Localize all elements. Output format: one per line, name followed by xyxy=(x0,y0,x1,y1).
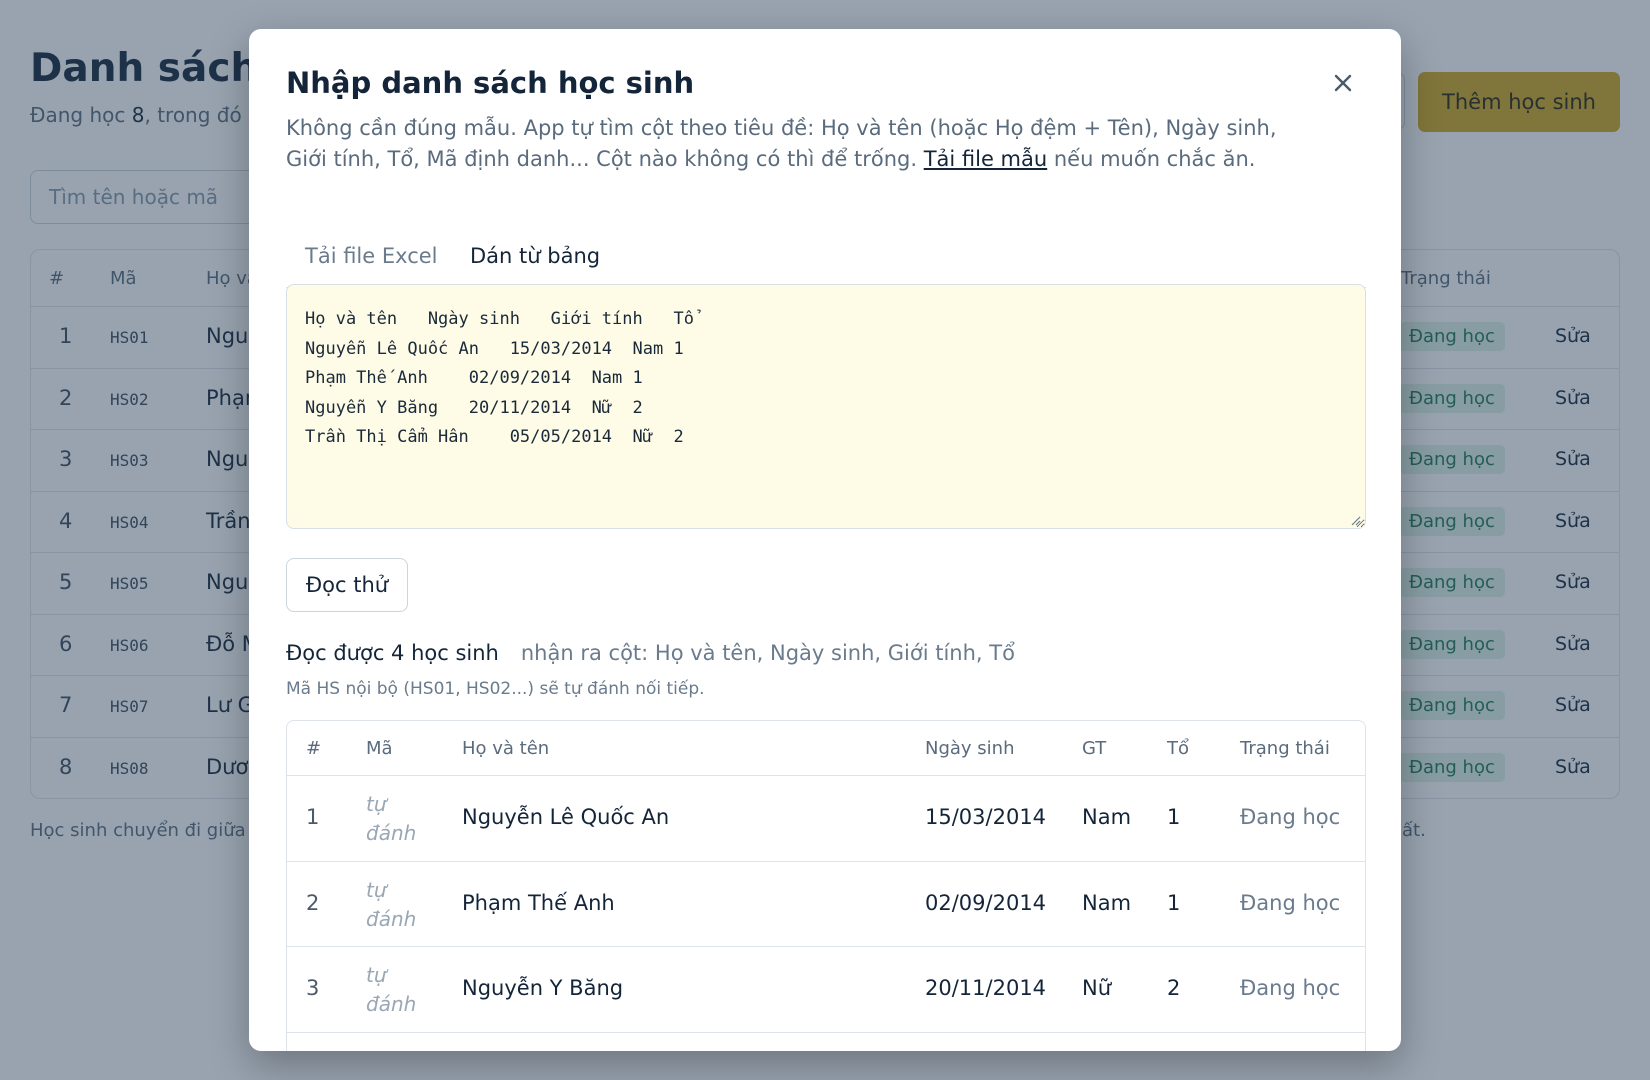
preview-header-group: Tổ xyxy=(1167,738,1190,759)
preview-num: 1 xyxy=(306,805,320,829)
preview-status: Đang học xyxy=(1240,805,1341,829)
close-icon xyxy=(1334,74,1352,92)
preview-gender: Nữ xyxy=(1082,976,1112,1000)
preview-row: 1 tự đánh Nguyễn Lê Quốc An 15/03/2014 Nam 1 Đ… xyxy=(287,776,1365,862)
preview-num: 3 xyxy=(306,976,320,1000)
preview-header-gender: GT xyxy=(1082,738,1107,759)
preview-gender: Nam xyxy=(1082,890,1132,915)
preview-status: Đang học xyxy=(1240,890,1341,915)
modal-title: Nhập danh sách học sinh xyxy=(286,66,695,100)
modal-description: Không cần đúng mẫu. App tự tìm cột theo … xyxy=(286,113,1296,175)
parse-result: Đọc được 4 học sinh nhận ra cột: Họ và tê… xyxy=(286,641,1015,665)
download-template-link[interactable]: Tải file mẫu xyxy=(924,147,1048,171)
preview-dob: 20/11/2014 xyxy=(925,976,1047,1000)
preview-row: 2 tự đánh Phạm Thế Anh 02/09/2014 Nam 1 Đang h… xyxy=(287,862,1365,947)
tab-upload-excel[interactable]: Tải file Excel xyxy=(286,222,457,288)
preview-header-status: Trạng thái xyxy=(1240,738,1330,759)
preview-gender: Nam xyxy=(1082,805,1132,829)
preview-name: Nguyễn Y Băng xyxy=(462,976,624,1000)
preview-header-num: # xyxy=(306,738,322,759)
preview-dob: 02/09/2014 xyxy=(925,890,1047,915)
preview-status: Đang học xyxy=(1240,976,1341,1000)
preview-code: tự đánh xyxy=(366,963,417,1016)
preview-row: 3 tự đánh Nguyễn Y Băng 20/11/2014 Nữ 2 Đang h… xyxy=(287,947,1365,1033)
preview-table: # Mã Họ và tên Ngày sinh GT Tổ Trạng thá… xyxy=(286,720,1366,1051)
preview-header: # Mã Họ và tên Ngày sinh GT Tổ Trạng thá… xyxy=(287,721,1365,776)
tab-paste-table[interactable]: Dán từ bảng xyxy=(451,222,620,288)
preview-group: 1 xyxy=(1167,890,1181,915)
paste-textarea[interactable] xyxy=(286,284,1366,529)
close-button[interactable] xyxy=(1325,65,1361,101)
preview-name: Phạm Thế Anh xyxy=(462,890,615,915)
preview-group: 1 xyxy=(1167,805,1181,829)
preview-header-dob: Ngày sinh xyxy=(925,738,1015,759)
preview-num: 2 xyxy=(306,890,320,915)
result-note: Mã HS nội bộ (HS01, HS02...) sẽ tự đánh … xyxy=(286,679,705,699)
preview-header-code: Mã xyxy=(366,738,393,759)
description-end: nếu muốn chắc ăn. xyxy=(1047,147,1256,171)
resize-handle-icon[interactable] xyxy=(1349,514,1361,526)
preview-name: Nguyễn Lê Quốc An xyxy=(462,805,670,829)
preview-code: tự đánh xyxy=(366,792,417,845)
import-tabs: Tải file Excel Dán từ bảng xyxy=(286,222,1366,288)
result-count: Đọc được 4 học sinh xyxy=(286,641,499,665)
result-columns: nhận ra cột: Họ và tên, Ngày sinh, Giới … xyxy=(520,641,1015,665)
preview-dob: 15/03/2014 xyxy=(925,805,1047,829)
preview-group: 2 xyxy=(1167,976,1181,1000)
import-students-modal: Nhập danh sách học sinh Không cần đúng m… xyxy=(249,29,1401,1051)
preview-header-name: Họ và tên xyxy=(462,738,550,759)
parse-preview-button[interactable]: Đọc thử xyxy=(286,558,408,612)
preview-code: tự đánh xyxy=(366,877,417,931)
